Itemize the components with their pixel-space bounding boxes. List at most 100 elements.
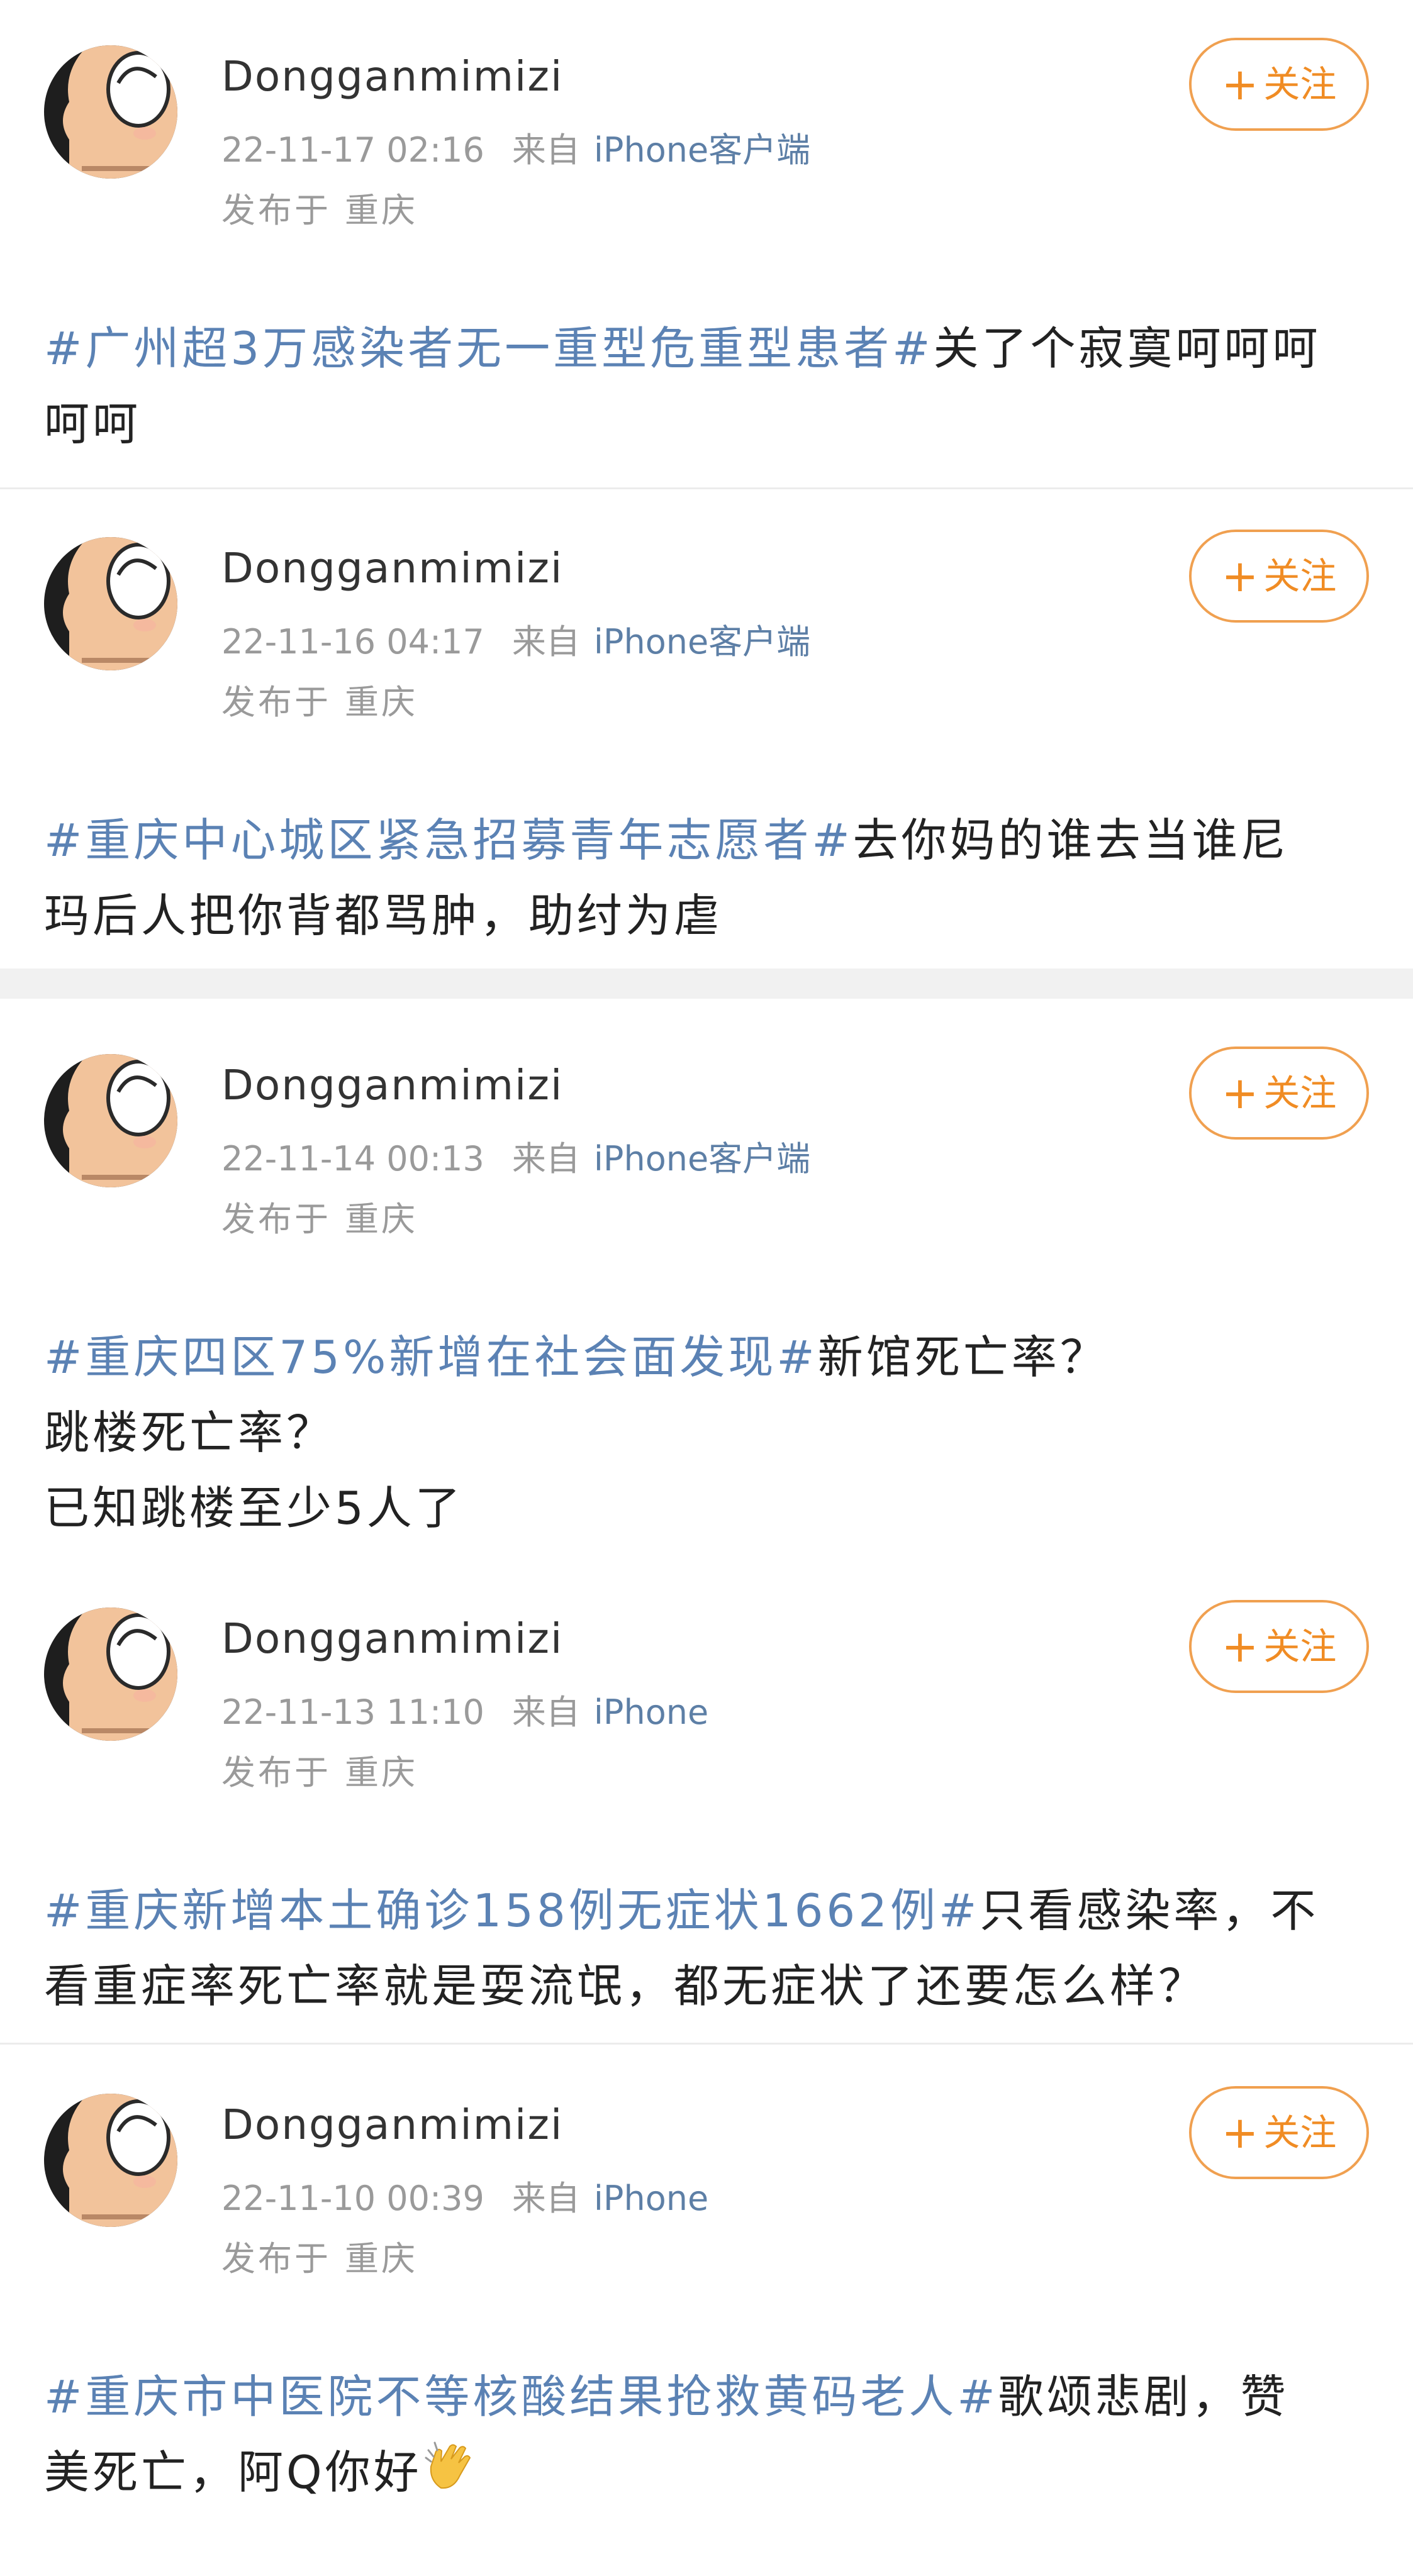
content-line: #重庆市中医院不等核酸结果抢救黄码老人#歌颂悲剧，赞 <box>44 2359 1371 2434</box>
source-link[interactable]: iPhone <box>594 2179 708 2218</box>
post-location: 发布于 重庆 <box>221 1199 418 1240</box>
content-text: 歌颂悲剧，赞 <box>998 2370 1289 2423</box>
follow-label: 关注 <box>1263 1072 1337 1114</box>
post-time: 22-11-13 11:10 <box>221 1692 484 1732</box>
post-time: 22-11-14 00:13 <box>221 1139 484 1179</box>
follow-label: 关注 <box>1263 63 1337 106</box>
content-line: #重庆新增本土确诊158例无症状1662例#只看感染率，不 <box>44 1873 1371 1948</box>
cartoon-face-avatar-icon <box>44 45 177 179</box>
from-label: 来自 <box>511 1139 580 1179</box>
avatar[interactable] <box>44 1607 177 1741</box>
content-line: 呵呵 <box>44 397 142 450</box>
content-text: 新馆死亡率？ <box>817 1331 1109 1384</box>
section-separator <box>0 969 1413 999</box>
location-label: 发布于 <box>221 1199 331 1239</box>
location-name: 重庆 <box>345 682 418 722</box>
follow-label: 关注 <box>1263 555 1337 597</box>
weibo-feed: Dongganmimizi 22-11-17 02:16 来自 iPhone客户端 … <box>0 0 1413 2576</box>
post-location: 发布于 重庆 <box>221 1752 418 1794</box>
source-link[interactable]: iPhone客户端 <box>594 130 810 170</box>
location-label: 发布于 <box>221 682 331 722</box>
post-time: 22-11-17 02:16 <box>221 130 484 170</box>
avatar[interactable] <box>44 45 177 179</box>
post-location: 发布于 重庆 <box>221 190 418 231</box>
plus-icon: + <box>1221 550 1259 602</box>
hashtag-link[interactable]: #重庆市中医院不等核酸结果抢救黄码老人# <box>44 2370 998 2423</box>
follow-label: 关注 <box>1263 2111 1337 2154</box>
username[interactable]: Dongganmimizi <box>221 1060 563 1111</box>
follow-button[interactable]: + 关注 <box>1189 1600 1369 1693</box>
location-label: 发布于 <box>221 2239 331 2279</box>
post-card: Dongganmimizi 22-11-10 00:39 来自 iPhone 发布于… <box>0 2045 1413 2576</box>
follow-button[interactable]: + 关注 <box>1189 2086 1369 2179</box>
cartoon-face-avatar-icon <box>44 537 177 670</box>
location-label: 发布于 <box>221 191 331 230</box>
plus-icon: + <box>1221 58 1259 110</box>
location-name: 重庆 <box>345 2239 418 2279</box>
content-text: 关了个寂寞呵呵呵 <box>933 322 1321 375</box>
post-time: 22-11-16 04:17 <box>221 622 484 662</box>
post-content: #重庆中心城区紧急招募青年志愿者#去你妈的谁去当谁尼 玛后人把你背都骂肿，助纣为… <box>44 802 1371 953</box>
content-line: 已知跳楼至少5人了 <box>44 1482 464 1535</box>
from-label: 来自 <box>511 2179 580 2218</box>
from-label: 来自 <box>511 130 580 170</box>
follow-label: 关注 <box>1263 1625 1337 1668</box>
post-card: Dongganmimizi 22-11-16 04:17 来自 iPhone客户端 … <box>0 489 1413 969</box>
location-name: 重庆 <box>345 1753 418 1792</box>
post-meta: 22-11-16 04:17 来自 iPhone客户端 <box>221 621 810 663</box>
plus-icon: + <box>1221 2107 1259 2158</box>
post-meta: 22-11-14 00:13 来自 iPhone客户端 <box>221 1138 810 1180</box>
hashtag-link[interactable]: #广州超3万感染者无一重型危重型患者# <box>44 322 933 375</box>
location-name: 重庆 <box>345 1199 418 1239</box>
source-link[interactable]: iPhone客户端 <box>594 622 810 662</box>
hashtag-link[interactable]: #重庆四区75%新增在社会面发现# <box>44 1331 818 1384</box>
content-line: 美死亡，阿Q你好 <box>44 2434 1371 2510</box>
cartoon-face-avatar-icon <box>44 1054 177 1187</box>
post-time: 22-11-10 00:39 <box>221 2179 484 2218</box>
post-content: #重庆市中医院不等核酸结果抢救黄码老人#歌颂悲剧，赞 美死亡，阿Q你好 <box>44 2359 1371 2510</box>
location-name: 重庆 <box>345 191 418 230</box>
post-location: 发布于 重庆 <box>221 2238 418 2280</box>
follow-button[interactable]: + 关注 <box>1189 38 1369 131</box>
post-card: Dongganmimizi 22-11-13 11:10 来自 iPhone 发布于… <box>0 1567 1413 2043</box>
content-line: #重庆中心城区紧急招募青年志愿者#去你妈的谁去当谁尼 <box>44 802 1371 878</box>
username[interactable]: Dongganmimizi <box>221 1614 563 1664</box>
post-card: Dongganmimizi 22-11-17 02:16 来自 iPhone客户端 … <box>0 0 1413 487</box>
content-line: 玛后人把你背都骂肿，助纣为虐 <box>44 889 723 942</box>
username[interactable]: Dongganmimizi <box>221 543 563 594</box>
content-line: #重庆四区75%新增在社会面发现#新馆死亡率？ <box>44 1319 1371 1395</box>
content-line: #广州超3万感染者无一重型危重型患者#关了个寂寞呵呵呵 <box>44 311 1371 386</box>
source-link[interactable]: iPhone客户端 <box>594 1139 810 1179</box>
follow-button[interactable]: + 关注 <box>1189 1046 1369 1140</box>
content-text: 美死亡，阿Q你好 <box>44 2446 422 2499</box>
location-label: 发布于 <box>221 1753 331 1792</box>
username[interactable]: Dongganmimizi <box>221 2100 563 2150</box>
cartoon-face-avatar-icon <box>44 1607 177 1741</box>
post-location: 发布于 重庆 <box>221 682 418 723</box>
avatar[interactable] <box>44 1054 177 1187</box>
username[interactable]: Dongganmimizi <box>221 52 563 102</box>
follow-button[interactable]: + 关注 <box>1189 530 1369 623</box>
hashtag-link[interactable]: #重庆新增本土确诊158例无症状1662例# <box>44 1884 980 1937</box>
content-line: 跳楼死亡率？ <box>44 1406 335 1459</box>
content-line: 看重症率死亡率就是耍流氓，都无症状了还要怎么样？ <box>44 1960 1207 2012</box>
plus-icon: + <box>1221 1067 1259 1119</box>
post-content: #广州超3万感染者无一重型危重型患者#关了个寂寞呵呵呵 呵呵 <box>44 311 1371 462</box>
cartoon-face-avatar-icon <box>44 2094 177 2227</box>
post-card: Dongganmimizi 22-11-14 00:13 来自 iPhone客户端 … <box>0 999 1413 1567</box>
source-link[interactable]: iPhone <box>594 1692 708 1732</box>
clapping-hands-icon <box>425 2441 471 2489</box>
post-meta: 22-11-17 02:16 来自 iPhone客户端 <box>221 130 810 171</box>
content-text: 只看感染率，不 <box>980 1884 1319 1937</box>
content-text: 去你妈的谁去当谁尼 <box>852 814 1289 867</box>
hashtag-link[interactable]: #重庆中心城区紧急招募青年志愿者# <box>44 814 853 867</box>
from-label: 来自 <box>511 622 580 662</box>
post-meta: 22-11-10 00:39 来自 iPhone <box>221 2178 708 2219</box>
avatar[interactable] <box>44 2094 177 2227</box>
post-content: #重庆四区75%新增在社会面发现#新馆死亡率？ 跳楼死亡率？ 已知跳楼至少5人了 <box>44 1319 1371 1546</box>
from-label: 来自 <box>511 1692 580 1732</box>
post-meta: 22-11-13 11:10 来自 iPhone <box>221 1692 708 1733</box>
post-content: #重庆新增本土确诊158例无症状1662例#只看感染率，不 看重症率死亡率就是耍… <box>44 1873 1371 2024</box>
plus-icon: + <box>1221 1621 1259 1672</box>
avatar[interactable] <box>44 537 177 670</box>
